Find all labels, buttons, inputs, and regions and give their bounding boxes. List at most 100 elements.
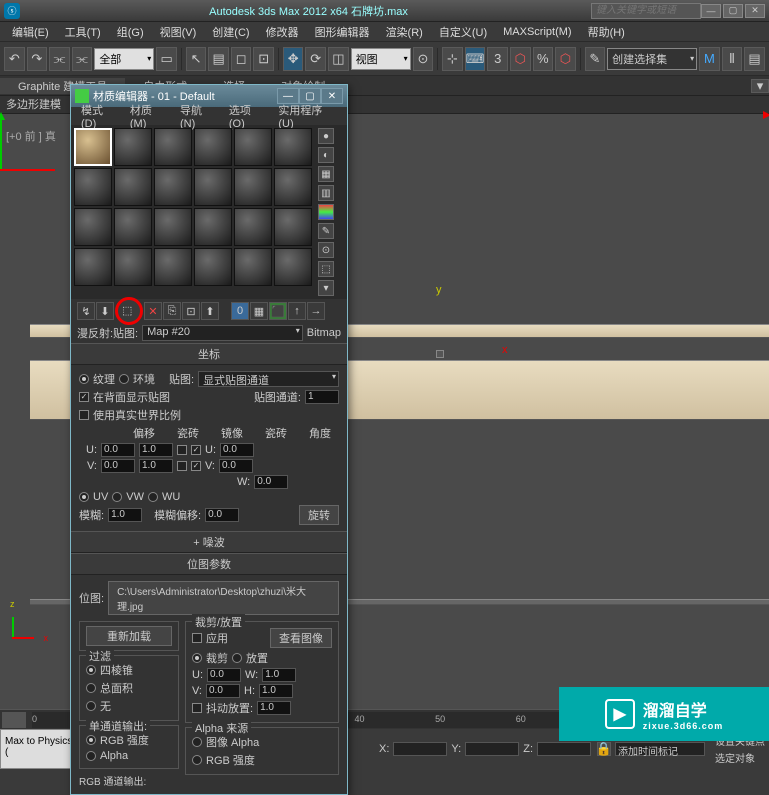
coordinates-header[interactable]: 坐标: [71, 343, 347, 365]
menu-maxscript[interactable]: MAXScript(M): [495, 26, 579, 38]
percent-snap-icon[interactable]: %: [533, 47, 554, 71]
material-slot[interactable]: [154, 208, 192, 246]
material-slot[interactable]: [274, 248, 312, 286]
u-offset-spinner[interactable]: 0.0: [101, 443, 135, 457]
unlink-icon[interactable]: ⫘: [72, 47, 93, 71]
show-in-viewport-icon[interactable]: ▦: [250, 302, 268, 320]
material-slot[interactable]: [74, 168, 112, 206]
material-slot[interactable]: [114, 168, 152, 206]
material-slot[interactable]: [234, 208, 272, 246]
move-icon[interactable]: ✥: [283, 47, 304, 71]
keyboard-shortcut-icon[interactable]: ⌨: [465, 47, 486, 71]
close-button[interactable]: ✕: [745, 4, 765, 18]
u-mirror-checkbox[interactable]: [177, 445, 187, 455]
scale-icon[interactable]: ◫: [328, 47, 349, 71]
menu-create[interactable]: 创建(C): [204, 24, 257, 40]
pyramidal-radio[interactable]: [86, 665, 96, 675]
crop-h-spinner[interactable]: 1.0: [259, 684, 293, 698]
alpha-radio[interactable]: [86, 751, 96, 761]
crop-w-spinner[interactable]: 1.0: [262, 668, 296, 682]
reset-map-icon[interactable]: ✕: [144, 302, 162, 320]
coord-z-input[interactable]: [537, 742, 591, 756]
material-slot-1[interactable]: [74, 128, 112, 166]
select-name-icon[interactable]: ▤: [208, 47, 229, 71]
pivot-icon[interactable]: ⊙: [413, 47, 434, 71]
jitter-spinner[interactable]: 1.0: [257, 701, 291, 715]
v-mirror-checkbox[interactable]: [177, 461, 187, 471]
material-slot[interactable]: [194, 168, 232, 206]
crop-v-spinner[interactable]: 0.0: [206, 684, 240, 698]
u-angle-spinner[interactable]: 0.0: [220, 443, 254, 457]
material-slot[interactable]: [234, 128, 272, 166]
v-tile-checkbox[interactable]: [191, 461, 201, 471]
redo-icon[interactable]: ↷: [27, 47, 48, 71]
assign-to-selection-icon[interactable]: ⬚: [115, 297, 143, 325]
map-channel-spinner[interactable]: 1: [305, 390, 339, 404]
rotate-icon[interactable]: ⟳: [305, 47, 326, 71]
material-slot[interactable]: [194, 128, 232, 166]
show-on-back-checkbox[interactable]: [79, 392, 89, 402]
material-slot[interactable]: [114, 128, 152, 166]
named-selection-set[interactable]: 创建选择集: [607, 48, 697, 70]
none-radio[interactable]: [86, 701, 96, 711]
u-tile-spinner[interactable]: 1.0: [139, 443, 173, 457]
layers-icon[interactable]: ▤: [744, 47, 765, 71]
mirror-icon[interactable]: M: [699, 47, 720, 71]
sample-type-icon[interactable]: ●: [318, 128, 334, 144]
image-alpha-radio[interactable]: [192, 737, 202, 747]
link-icon[interactable]: ⫘: [49, 47, 70, 71]
rgb-intensity2-radio[interactable]: [192, 755, 202, 765]
select-object-icon[interactable]: ↖: [186, 47, 207, 71]
select-region-icon[interactable]: ◻: [231, 47, 252, 71]
video-color-icon[interactable]: [318, 204, 334, 220]
uv-radio[interactable]: [79, 492, 89, 502]
v-tile-spinner[interactable]: 1.0: [139, 459, 173, 473]
ref-coord-system[interactable]: 视图: [351, 48, 411, 70]
bitmap-path-button[interactable]: C:\Users\Administrator\Desktop\zhuzi\米大理…: [108, 581, 339, 615]
backlight-icon[interactable]: ◐: [318, 147, 334, 163]
help-search-input[interactable]: [591, 3, 701, 19]
time-tag-input[interactable]: 添加时间标记: [615, 742, 705, 756]
material-slot[interactable]: [274, 208, 312, 246]
vw-radio[interactable]: [112, 492, 122, 502]
reload-button[interactable]: 重新加载: [86, 626, 172, 646]
app-logo[interactable]: ⓢ: [4, 3, 20, 19]
wu-radio[interactable]: [148, 492, 158, 502]
viewport-label[interactable]: [+0 前 ] 真: [6, 128, 56, 144]
apply-checkbox[interactable]: [192, 633, 202, 643]
view-image-button[interactable]: 查看图像: [270, 628, 332, 648]
show-end-result-icon[interactable]: ⬛: [269, 302, 287, 320]
select-by-material-icon[interactable]: ⬚: [318, 261, 334, 277]
material-slot[interactable]: [74, 208, 112, 246]
ribbon-minimize-icon[interactable]: ▾: [751, 79, 769, 93]
environ-radio[interactable]: [119, 374, 129, 384]
menu-modifiers[interactable]: 修改器: [258, 24, 307, 40]
put-to-scene-icon[interactable]: ⬇: [96, 302, 114, 320]
material-slot[interactable]: [234, 248, 272, 286]
lock-icon[interactable]: 🔒: [597, 742, 611, 756]
material-slot[interactable]: [154, 248, 192, 286]
material-id-icon[interactable]: 0: [231, 302, 249, 320]
go-parent-icon[interactable]: ↑: [288, 302, 306, 320]
rotate-button[interactable]: 旋转: [299, 505, 339, 525]
coord-y-input[interactable]: [465, 742, 519, 756]
w-angle-spinner[interactable]: 0.0: [254, 475, 288, 489]
material-slot[interactable]: [154, 168, 192, 206]
v-offset-spinner[interactable]: 0.0: [101, 459, 135, 473]
blur-offset-spinner[interactable]: 0.0: [205, 508, 239, 522]
place-radio[interactable]: [232, 653, 242, 663]
material-slot[interactable]: [194, 248, 232, 286]
named-sel-edit-icon[interactable]: ✎: [585, 47, 606, 71]
u-tile-checkbox[interactable]: [191, 445, 201, 455]
maximize-button[interactable]: ▢: [723, 4, 743, 18]
rgb-intensity-radio[interactable]: [86, 735, 96, 745]
menu-graph-editors[interactable]: 图形编辑器: [307, 24, 378, 40]
menu-edit[interactable]: 编辑(E): [4, 24, 57, 40]
material-slot[interactable]: [154, 128, 192, 166]
go-forward-icon[interactable]: →: [307, 302, 325, 320]
material-slot[interactable]: [274, 128, 312, 166]
crop-u-spinner[interactable]: 0.0: [207, 668, 241, 682]
make-preview-icon[interactable]: ✎: [318, 223, 334, 239]
material-slot[interactable]: [194, 208, 232, 246]
material-map-nav-icon[interactable]: ▾: [318, 280, 334, 296]
